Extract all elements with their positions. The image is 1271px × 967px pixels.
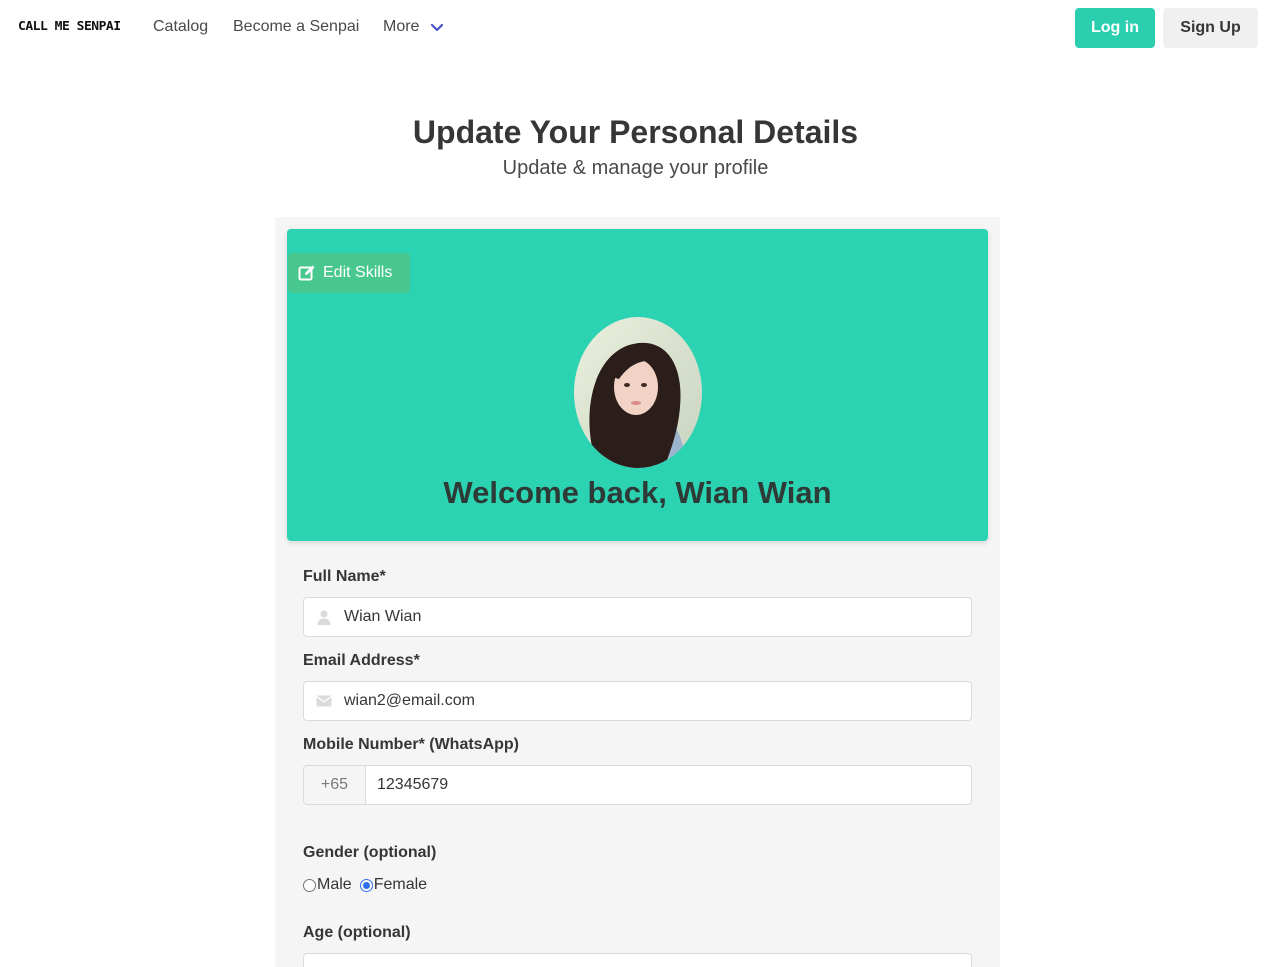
nav-link-catalog[interactable]: Catalog [153,18,208,36]
email-field[interactable]: wian2@email.com [303,681,972,721]
edit-icon [298,265,315,281]
nav-link-more[interactable]: More [383,18,419,36]
avatar [574,317,702,468]
email-label: Email Address* [303,652,420,669]
chevron-down-icon[interactable] [430,21,444,35]
signup-button[interactable]: Sign Up [1163,8,1258,48]
page-subtitle: Update & manage your profile [502,157,769,179]
full-name-field[interactable]: Wian Wian [303,597,972,637]
gender-radio-male[interactable] [303,878,316,892]
edit-skills-button[interactable]: Edit Skills [288,253,410,293]
gender-option-female[interactable]: Female [374,876,427,894]
age-label: Age (optional) [303,924,411,941]
gender-label: Gender (optional) [303,844,437,861]
nav-link-become-a-senpai[interactable]: Become a Senpai [233,18,359,36]
mobile-number-value: 12345679 [377,776,449,793]
brand-logo[interactable]: CALL ME SENPAI [18,19,121,34]
user-icon [317,610,331,625]
login-button[interactable]: Log in [1075,8,1155,48]
age-field[interactable] [303,953,972,967]
country-code-addon: +65 [303,765,366,805]
envelope-icon [316,695,332,707]
navbar: CALL ME SENPAI Catalog Become a Senpai M… [0,0,1271,56]
full-name-value: Wian Wian [344,608,422,625]
full-name-label: Full Name* [303,568,386,585]
mobile-label: Mobile Number* (WhatsApp) [303,736,519,753]
mobile-number-field[interactable]: 12345679 [365,765,972,805]
email-value: wian2@email.com [344,692,475,709]
edit-skills-label: Edit Skills [323,264,393,281]
gender-radio-female[interactable] [359,878,373,892]
page-title: Update Your Personal Details [412,114,859,150]
welcome-heading: Welcome back, Wian Wian [443,475,832,510]
gender-radio-group: Male Female [303,876,435,894]
gender-option-male[interactable]: Male [317,876,352,894]
